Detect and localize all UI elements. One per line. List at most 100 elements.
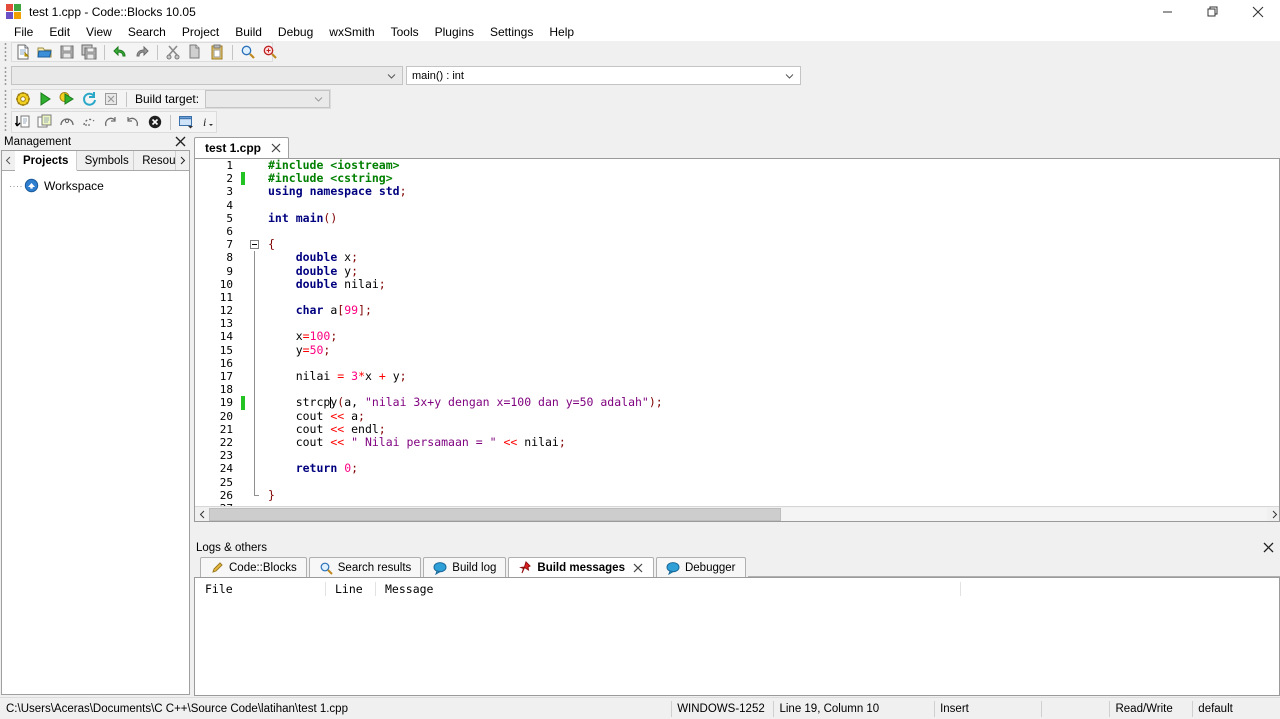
fold-margin[interactable]	[248, 317, 264, 331]
fold-margin[interactable]	[248, 172, 264, 185]
column-header-message[interactable]: Message	[375, 580, 960, 599]
close-icon[interactable]	[633, 562, 644, 573]
replace-icon[interactable]	[260, 43, 280, 62]
line-marker-slot[interactable]	[239, 383, 248, 396]
menu-file[interactable]: File	[6, 24, 41, 40]
code-line[interactable]: 12 char a[99];	[195, 303, 1279, 318]
line-marker-slot[interactable]	[239, 199, 248, 212]
stop-debugger-icon[interactable]	[145, 113, 165, 132]
code-line[interactable]: 5 int main()	[195, 211, 1279, 225]
line-marker-slot[interactable]	[239, 330, 248, 343]
tabs-scroll-left-icon[interactable]	[2, 151, 15, 170]
code-line[interactable]: 22 cout << " Nilai persamaan = " << nila…	[195, 435, 1279, 450]
line-marker-slot[interactable]	[239, 212, 248, 225]
code-text[interactable]: x=100;	[264, 330, 1279, 343]
code-line[interactable]: 25	[195, 475, 1279, 489]
scroll-right-icon[interactable]	[1267, 507, 1279, 521]
code-text[interactable]: cout << " Nilai persamaan = " << nilai;	[264, 435, 1279, 449]
menu-tools[interactable]: Tools	[383, 24, 427, 40]
logs-tab-codeblocks[interactable]: Code::Blocks	[200, 557, 307, 577]
toolbar-grip[interactable]	[2, 43, 10, 61]
menu-project[interactable]: Project	[174, 24, 227, 40]
menu-wxsmith[interactable]: wxSmith	[321, 24, 382, 40]
line-marker-slot[interactable]	[239, 265, 248, 278]
fold-margin[interactable]	[248, 212, 264, 225]
logs-tab-search-results[interactable]: Search results	[308, 557, 422, 577]
code-text[interactable]: char a[99];	[264, 303, 1279, 317]
redo-icon[interactable]	[132, 43, 152, 62]
code-line[interactable]: 3 using namespace std;	[195, 185, 1279, 199]
close-icon[interactable]	[1262, 541, 1274, 553]
toolbar-grip[interactable]	[2, 90, 10, 108]
fold-margin[interactable]	[248, 383, 264, 397]
editor-horizontal-scrollbar[interactable]	[195, 506, 1279, 521]
line-marker-slot[interactable]	[239, 304, 248, 317]
fold-collapse-icon[interactable]	[250, 240, 259, 250]
open-file-icon[interactable]	[35, 43, 55, 62]
logs-tab-debugger[interactable]: Debugger	[655, 557, 746, 577]
column-header-extra[interactable]	[960, 580, 1270, 599]
step-into-icon[interactable]	[101, 113, 121, 132]
step-out-icon[interactable]	[123, 113, 143, 132]
line-marker-slot[interactable]	[239, 357, 248, 370]
code-line[interactable]: 14 x=100;	[195, 330, 1279, 344]
line-marker-slot[interactable]	[239, 185, 248, 198]
fold-margin[interactable]	[248, 435, 264, 450]
line-marker-slot[interactable]	[239, 238, 248, 251]
line-marker-slot[interactable]	[239, 410, 248, 423]
close-icon[interactable]	[174, 135, 186, 147]
rebuild-icon[interactable]	[79, 90, 99, 109]
line-marker-slot[interactable]	[239, 344, 248, 357]
code-text[interactable]: }	[264, 488, 1279, 502]
fold-margin[interactable]	[248, 356, 264, 370]
code-text[interactable]: #include <cstring>	[264, 172, 1279, 185]
fold-margin[interactable]	[248, 370, 264, 384]
code-line[interactable]: 26}	[195, 488, 1279, 502]
build-and-run-icon[interactable]	[57, 90, 77, 109]
fold-margin[interactable]	[248, 422, 264, 436]
code-text[interactable]: using namespace std;	[264, 185, 1279, 198]
find-icon[interactable]	[238, 43, 258, 62]
undo-icon[interactable]	[110, 43, 130, 62]
tab-resources[interactable]: Resou	[134, 151, 176, 170]
fold-margin[interactable]	[248, 238, 264, 251]
code-text[interactable]: return 0;	[264, 462, 1279, 475]
fold-margin[interactable]	[248, 396, 264, 410]
debugging-windows-icon[interactable]	[176, 113, 196, 132]
line-marker-slot[interactable]	[239, 436, 248, 449]
line-marker-slot[interactable]	[239, 225, 248, 238]
line-marker-slot[interactable]	[239, 291, 248, 304]
fold-margin[interactable]	[248, 199, 264, 212]
code-line[interactable]: 6	[195, 224, 1279, 239]
fold-margin[interactable]	[248, 304, 264, 318]
fold-margin[interactable]	[248, 330, 264, 344]
scroll-left-icon[interactable]	[195, 507, 209, 521]
line-marker-slot[interactable]	[239, 317, 248, 330]
editor-tab-test1cpp[interactable]: test 1.cpp	[194, 137, 290, 158]
code-text[interactable]: double nilai;	[264, 277, 1279, 291]
code-line[interactable]: 10 double nilai;	[195, 277, 1279, 291]
code-line[interactable]: 4	[195, 198, 1279, 212]
code-text[interactable]: double y;	[264, 264, 1279, 278]
new-file-icon[interactable]	[13, 43, 33, 62]
fold-margin[interactable]	[248, 264, 264, 278]
build-target-combo[interactable]	[205, 90, 330, 108]
run-to-cursor-icon[interactable]	[35, 113, 55, 132]
code-text[interactable]: strcpy(a, "nilai 3x+y dengan x=100 dan y…	[264, 396, 1279, 409]
fold-margin[interactable]	[248, 290, 264, 305]
tree-item-workspace[interactable]: ···· Workspace	[8, 177, 189, 195]
logs-tab-build-messages[interactable]: Build messages	[508, 557, 654, 577]
menu-edit[interactable]: Edit	[41, 24, 78, 40]
scrollbar-track[interactable]	[209, 507, 1267, 521]
fold-margin[interactable]	[248, 488, 264, 502]
logs-tab-build-log[interactable]: Build log	[423, 557, 507, 577]
menu-help[interactable]: Help	[541, 24, 582, 40]
menu-build[interactable]: Build	[227, 24, 270, 40]
debug-continue-icon[interactable]	[13, 113, 33, 132]
fold-margin[interactable]	[248, 159, 264, 172]
next-line-icon[interactable]	[57, 113, 77, 132]
line-marker-slot[interactable]	[239, 423, 248, 436]
code-text[interactable]: nilai = 3*x + y;	[264, 369, 1279, 383]
code-text[interactable]: #include <iostream>	[264, 159, 1279, 172]
run-icon[interactable]	[35, 90, 55, 109]
